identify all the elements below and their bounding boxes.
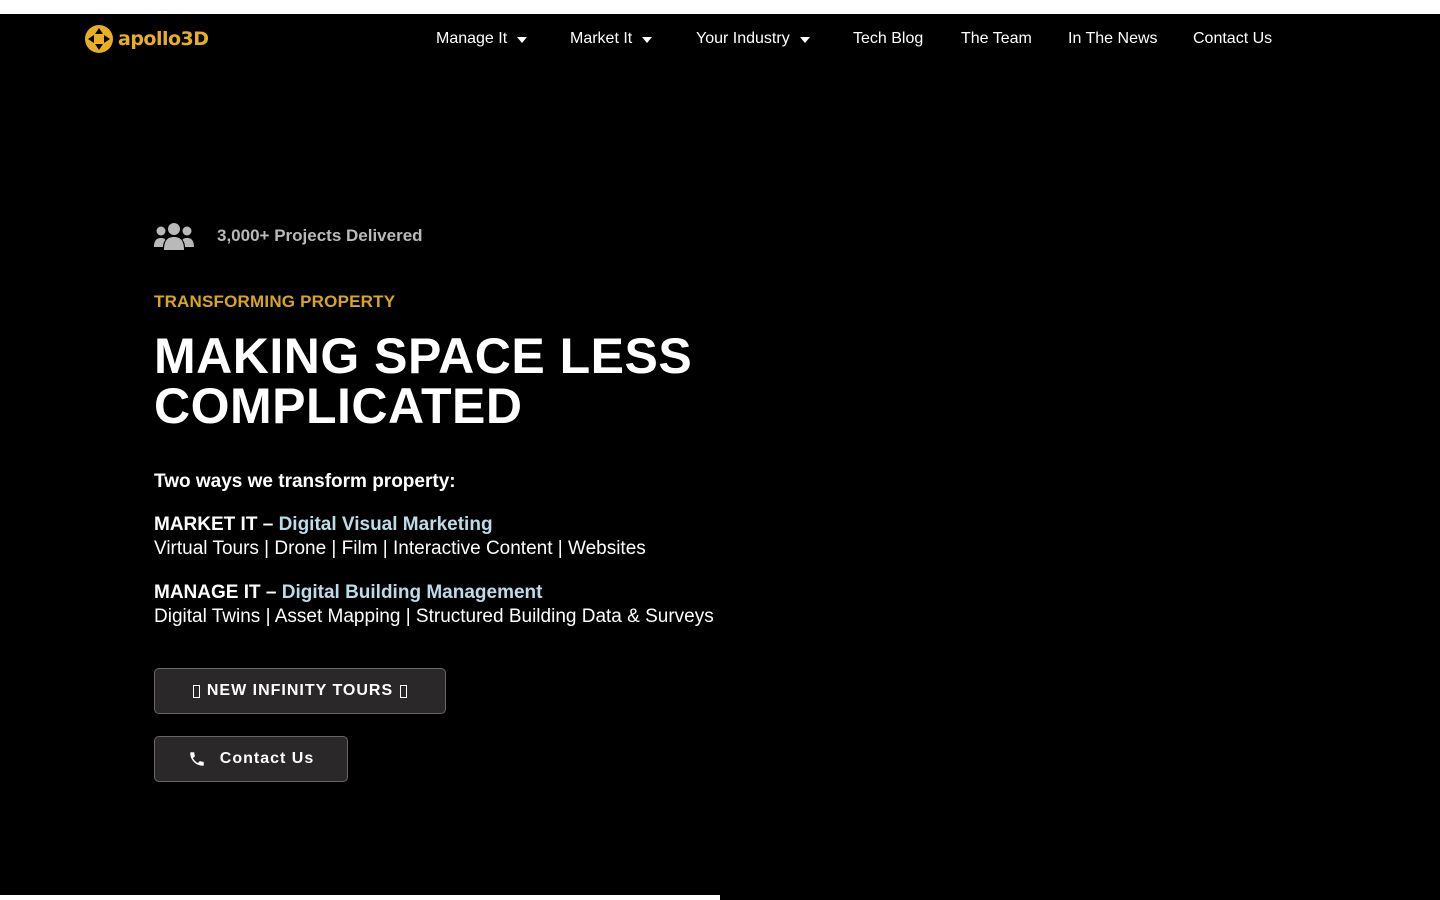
contact-us-button[interactable]: Contact Us	[154, 736, 348, 782]
market-it-features: Virtual Tours | Drone | Film | Interacti…	[154, 538, 646, 559]
market-it-label: MARKET IT –	[154, 514, 274, 535]
new-infinity-tours-button[interactable]: NEW INFINITY TOURS	[154, 668, 446, 714]
nav-item-tech-blog[interactable]: Tech Blog	[853, 14, 923, 64]
nav-item-contact-us[interactable]: Contact Us	[1193, 14, 1272, 64]
nav-item-label: Contact Us	[1193, 30, 1273, 47]
caret-down-icon	[799, 37, 810, 43]
hero-eyebrow: TRANSFORMING PROPERTY	[154, 292, 396, 311]
site-header: apollo3D Manage It Market It Your Indust…	[0, 14, 1440, 64]
missing-glyph-icon	[192, 684, 200, 698]
nav-item-in-the-news[interactable]: In The News	[1068, 14, 1158, 64]
top-white-strip	[0, 0, 1440, 14]
digital-building-management-link[interactable]: Digital Building Management	[282, 582, 543, 603]
bottom-white-strip	[0, 895, 720, 900]
hero-headline: MAKING SPACE LESS COMPLICATED	[154, 328, 693, 434]
manage-it-service: MANAGE IT – Digital Building Management …	[154, 581, 714, 629]
projects-stat: 3,000+ Projects Delivered	[154, 220, 423, 252]
users-icon	[154, 223, 194, 250]
market-it-service: MARKET IT – Digital Visual Marketing Vir…	[154, 513, 646, 561]
phone-icon	[188, 750, 206, 768]
nav-item-label: The Team	[961, 30, 1032, 47]
missing-glyph-icon	[400, 684, 408, 698]
contact-us-label: Contact Us	[219, 750, 315, 767]
caret-down-icon	[517, 37, 528, 43]
manage-it-label: MANAGE IT –	[154, 582, 277, 603]
new-infinity-tours-label: NEW INFINITY TOURS	[206, 682, 394, 699]
nav-item-label: Market It	[570, 30, 633, 47]
projects-stat-text: 3,000+ Projects Delivered	[217, 226, 423, 245]
hero-intro: Two ways we transform property:	[154, 471, 456, 492]
manage-it-features: Digital Twins | Asset Mapping | Structur…	[154, 606, 714, 627]
nav-item-label: Your Industry	[696, 30, 790, 47]
nav-item-label: Tech Blog	[853, 30, 924, 47]
caret-down-icon	[642, 37, 653, 43]
digital-visual-marketing-link[interactable]: Digital Visual Marketing	[279, 514, 493, 535]
main-navigation: Manage It Market It Your Industry Tech B…	[0, 14, 1440, 64]
nav-item-label: In The News	[1068, 30, 1158, 47]
nav-item-label: Manage It	[436, 30, 508, 47]
nav-item-your-industry[interactable]: Your Industry	[696, 14, 810, 64]
nav-item-the-team[interactable]: The Team	[961, 14, 1032, 64]
nav-item-market-it[interactable]: Market It	[570, 14, 653, 64]
nav-item-manage-it[interactable]: Manage It	[436, 14, 528, 64]
